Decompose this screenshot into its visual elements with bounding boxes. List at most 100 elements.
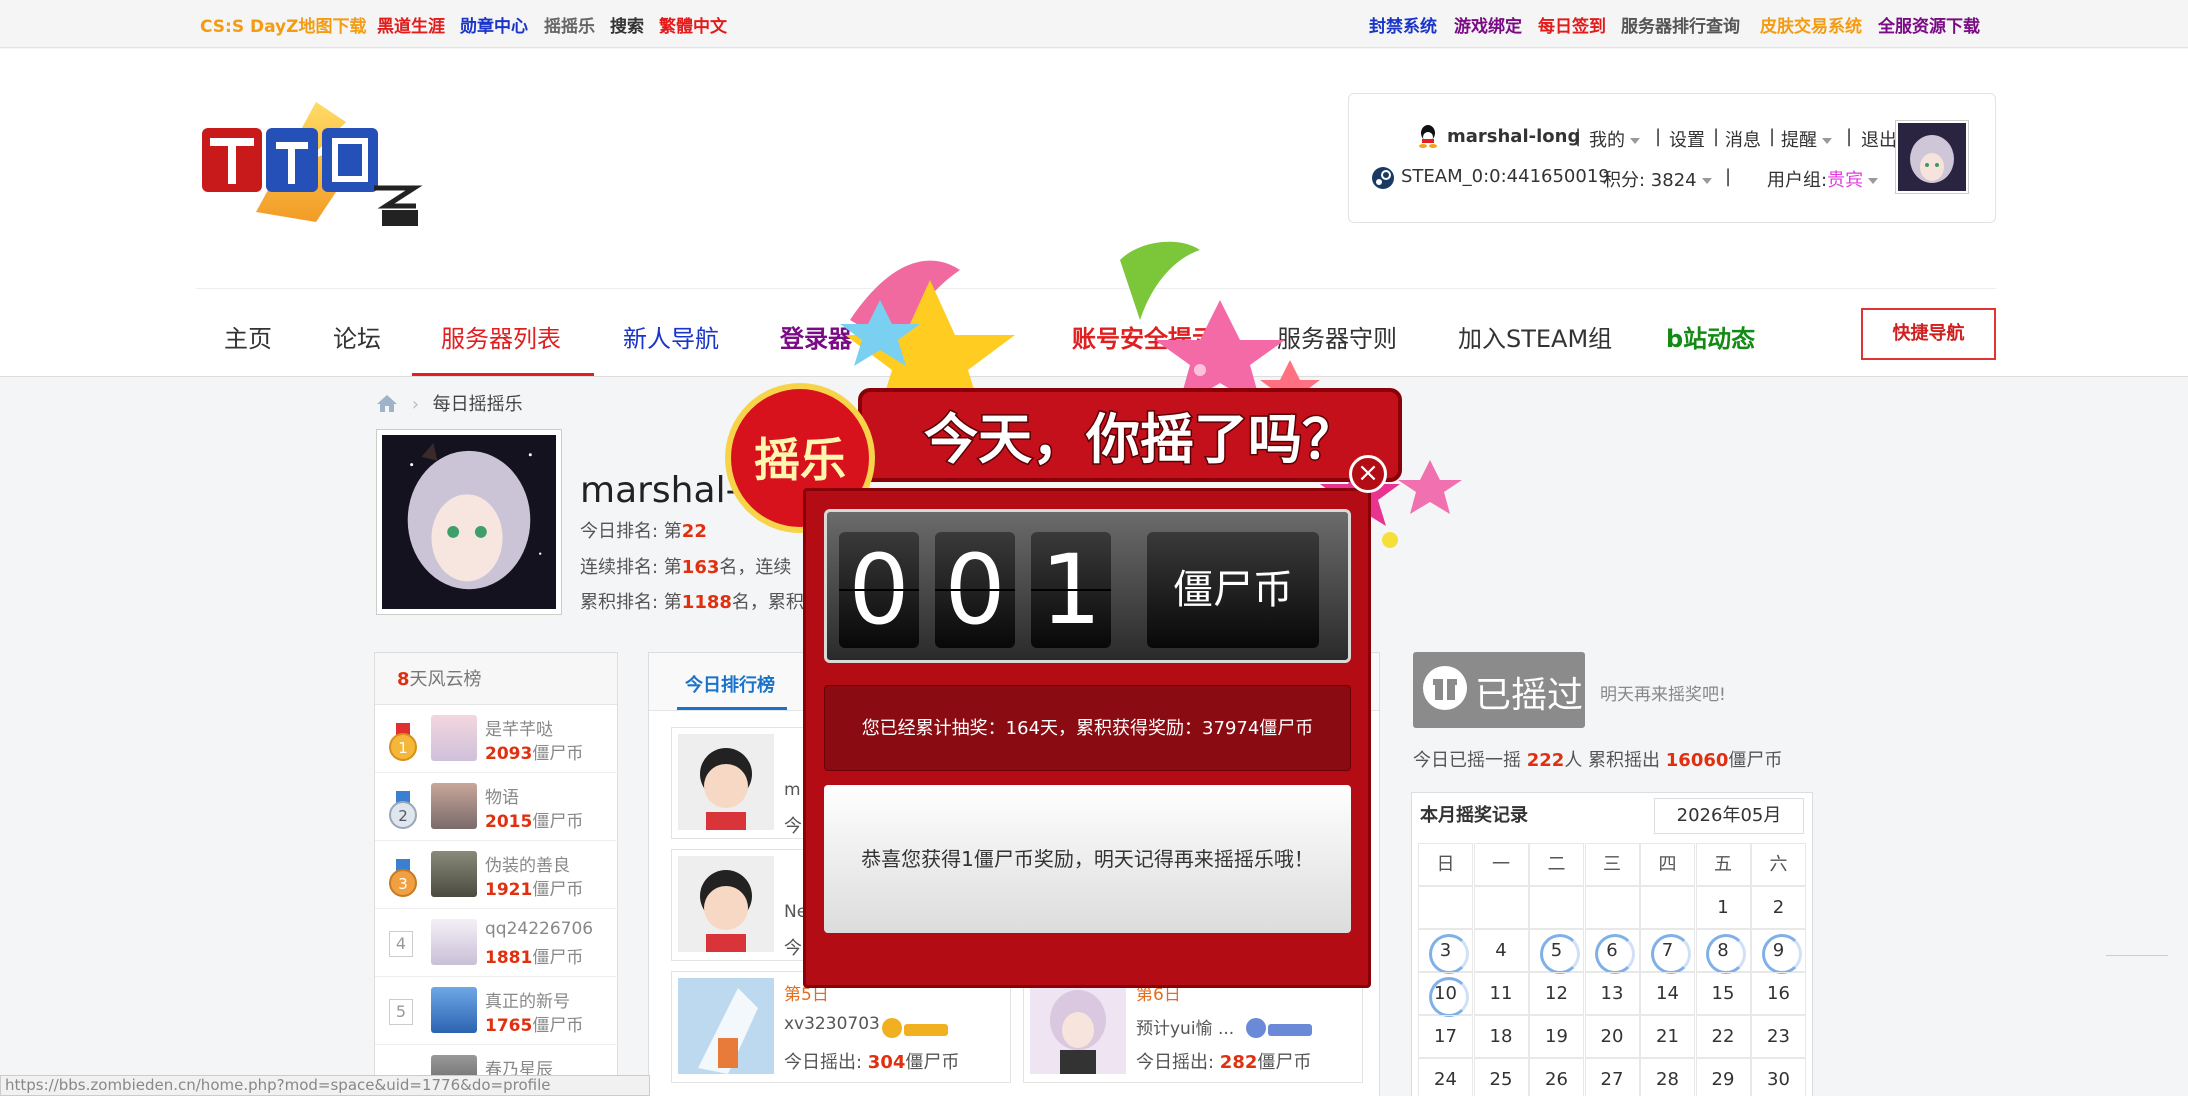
topbar-link-resources[interactable]: 全服资源下载 bbox=[1878, 12, 1980, 37]
avatar[interactable] bbox=[431, 987, 477, 1033]
calendar-day[interactable]: 11 bbox=[1473, 972, 1529, 1015]
user-avatar[interactable] bbox=[1895, 120, 1969, 194]
topbar-link-rank[interactable]: 服务器排行查询 bbox=[1621, 12, 1740, 37]
calendar-day[interactable]: 7 bbox=[1640, 929, 1695, 974]
menu-messages[interactable]: 消息 bbox=[1725, 126, 1761, 152]
player-name[interactable]: m bbox=[784, 780, 801, 800]
calendar-day[interactable]: 22 bbox=[1695, 1015, 1751, 1058]
leaderboard-row[interactable]: 3 伪装的善良 1921僵尸币 bbox=[375, 841, 619, 909]
menu-reminders[interactable]: 提醒 bbox=[1781, 126, 1832, 152]
calendar-day[interactable]: 18 bbox=[1473, 1015, 1529, 1058]
calendar-day[interactable]: 28 bbox=[1640, 1058, 1695, 1096]
breadcrumb: › 每日摇摇乐 bbox=[376, 390, 523, 416]
topbar-link-signin[interactable]: 每日签到 bbox=[1538, 12, 1606, 37]
home-icon[interactable] bbox=[376, 393, 398, 413]
topbar-link-traditional[interactable]: 繁體中文 bbox=[659, 12, 727, 37]
calendar-day[interactable]: 20 bbox=[1584, 1015, 1640, 1058]
player-name[interactable]: 物语 bbox=[485, 783, 519, 808]
player-name[interactable]: 真正的新号 bbox=[485, 987, 570, 1012]
menu-mine[interactable]: 我的 bbox=[1589, 126, 1640, 152]
calendar-day[interactable]: 13 bbox=[1584, 972, 1640, 1015]
calendar-day[interactable]: 8 bbox=[1695, 929, 1751, 974]
reward-message: 恭喜您获得1僵尸币奖励，明天记得再来摇摇乐哦！ bbox=[824, 785, 1351, 933]
username-link[interactable]: marshal-long bbox=[1447, 126, 1580, 147]
topbar-link-dayz[interactable]: CS:S DayZ地图下载 bbox=[200, 12, 366, 37]
player-name[interactable]: qq24226706 bbox=[485, 919, 593, 939]
avatar[interactable] bbox=[1030, 978, 1126, 1074]
calendar-empty-cell bbox=[1418, 886, 1473, 929]
avatar[interactable] bbox=[431, 851, 477, 897]
avatar[interactable] bbox=[431, 715, 477, 761]
leaderboard-title-num: 8 bbox=[397, 669, 410, 690]
topbar-link-bind[interactable]: 游戏绑定 bbox=[1454, 12, 1522, 37]
today-output: 今 bbox=[784, 816, 802, 837]
avatar[interactable] bbox=[678, 856, 774, 952]
calendar-day[interactable]: 26 bbox=[1529, 1058, 1584, 1096]
cumulative-summary: 您已经累计抽奖：164天，累积获得奖励：37974僵尸币 bbox=[824, 685, 1351, 771]
topbar-link-ban[interactable]: 封禁系统 bbox=[1369, 12, 1437, 37]
calendar-day[interactable]: 2 bbox=[1751, 886, 1806, 929]
close-button[interactable]: × bbox=[1349, 455, 1387, 493]
topbar-link-search[interactable]: 搜索 bbox=[610, 12, 644, 37]
nav-server-list[interactable]: 服务器列表 bbox=[441, 319, 561, 354]
calendar-day[interactable]: 15 bbox=[1695, 972, 1751, 1015]
calendar-day[interactable]: 21 bbox=[1640, 1015, 1695, 1058]
avatar[interactable] bbox=[431, 919, 477, 965]
tab-today-ranking[interactable]: 今日排行榜 bbox=[685, 671, 775, 697]
leaderboard-title-text: 天风云榜 bbox=[409, 669, 482, 690]
avatar[interactable] bbox=[678, 978, 774, 1074]
player-name[interactable]: xv3230703 bbox=[784, 1014, 880, 1034]
points-menu[interactable]: 积分: 3824 bbox=[1603, 166, 1712, 192]
calendar-day[interactable]: 14 bbox=[1640, 972, 1695, 1015]
calendar-day[interactable]: 10 bbox=[1418, 972, 1473, 1017]
nav-bilibili[interactable]: b站动态 bbox=[1666, 319, 1755, 354]
usergroup-menu[interactable]: 用户组:贵宾 bbox=[1767, 166, 1879, 192]
eight-day-leaderboard: 8天风云榜 1 是芊芊哒 2093僵尸币 2 物语 2015僵尸币 3 伪装的善… bbox=[374, 652, 619, 1096]
menu-settings[interactable]: 设置 bbox=[1669, 126, 1705, 152]
calendar-day[interactable]: 3 bbox=[1418, 929, 1473, 974]
calendar-day[interactable]: 19 bbox=[1529, 1015, 1584, 1058]
calendar-day[interactable]: 6 bbox=[1584, 929, 1640, 974]
calendar-day[interactable]: 24 bbox=[1418, 1058, 1473, 1096]
leaderboard-row[interactable]: 4 qq24226706 1881僵尸币 bbox=[375, 909, 619, 977]
calendar-day[interactable]: 16 bbox=[1751, 972, 1806, 1015]
leaderboard-row[interactable]: 2 物语 2015僵尸币 bbox=[375, 773, 619, 841]
calendar-day[interactable]: 30 bbox=[1751, 1058, 1806, 1096]
leaderboard-row[interactable]: 5 真正的新号 1765僵尸币 bbox=[375, 977, 619, 1045]
nav-forum[interactable]: 论坛 bbox=[333, 319, 381, 354]
topbar-link-shake[interactable]: 摇摇乐 bbox=[544, 12, 595, 37]
calendar-day[interactable]: 29 bbox=[1695, 1058, 1751, 1096]
topbar-link-gang[interactable]: 黑道生涯 bbox=[377, 12, 445, 37]
nav-home[interactable]: 主页 bbox=[224, 319, 272, 354]
player-name[interactable]: 预计yui愉 ... bbox=[1136, 1014, 1234, 1039]
lottery-modal: 0 0 1 僵尸币 您已经累计抽奖：164天，累积获得奖励：37974僵尸币 恭… bbox=[803, 488, 1371, 988]
avatar[interactable] bbox=[678, 734, 774, 830]
calendar-day[interactable]: 12 bbox=[1529, 972, 1584, 1015]
topbar-link-medal[interactable]: 勋章中心 bbox=[460, 12, 528, 37]
player-name[interactable]: 是芊芊哒 bbox=[485, 715, 553, 740]
menu-logout[interactable]: 退出 bbox=[1861, 126, 1897, 152]
quick-nav-button[interactable]: 快捷导航 bbox=[1861, 308, 1996, 360]
topbar-link-skin[interactable]: 皮肤交易系统 bbox=[1760, 12, 1862, 37]
calendar-day[interactable]: 27 bbox=[1584, 1058, 1640, 1096]
calendar-day[interactable]: 9 bbox=[1751, 929, 1806, 974]
profile-avatar[interactable] bbox=[376, 429, 562, 615]
calendar-day[interactable]: 5 bbox=[1529, 929, 1584, 974]
player-name[interactable]: 伪装的善良 bbox=[485, 851, 570, 876]
today-output-unit: 僵尸币 bbox=[1257, 1052, 1312, 1073]
level-badge-icon bbox=[882, 1018, 948, 1038]
breadcrumb-current[interactable]: 每日摇摇乐 bbox=[433, 394, 523, 415]
calendar-day[interactable]: 25 bbox=[1473, 1058, 1529, 1096]
avatar[interactable] bbox=[431, 783, 477, 829]
site-logo[interactable] bbox=[196, 92, 436, 232]
leaderboard-row[interactable]: 1 是芊芊哒 2093僵尸币 bbox=[375, 705, 619, 773]
calendar-day[interactable]: 4 bbox=[1473, 929, 1529, 972]
calendar-day[interactable]: 1 bbox=[1695, 886, 1751, 929]
already-shaken-button[interactable]: 已摇过 bbox=[1413, 652, 1585, 728]
user-panel: marshal-long | 我的 | 设置 | 消息 | 提醒 | 退出 ST… bbox=[1348, 93, 1996, 223]
qq-icon bbox=[1417, 124, 1439, 153]
calendar-day[interactable]: 17 bbox=[1418, 1015, 1473, 1058]
calendar-weekday: 四 bbox=[1640, 843, 1695, 886]
calendar-day[interactable]: 23 bbox=[1751, 1015, 1806, 1058]
today-output-label: 今日摇出: bbox=[1136, 1052, 1220, 1073]
